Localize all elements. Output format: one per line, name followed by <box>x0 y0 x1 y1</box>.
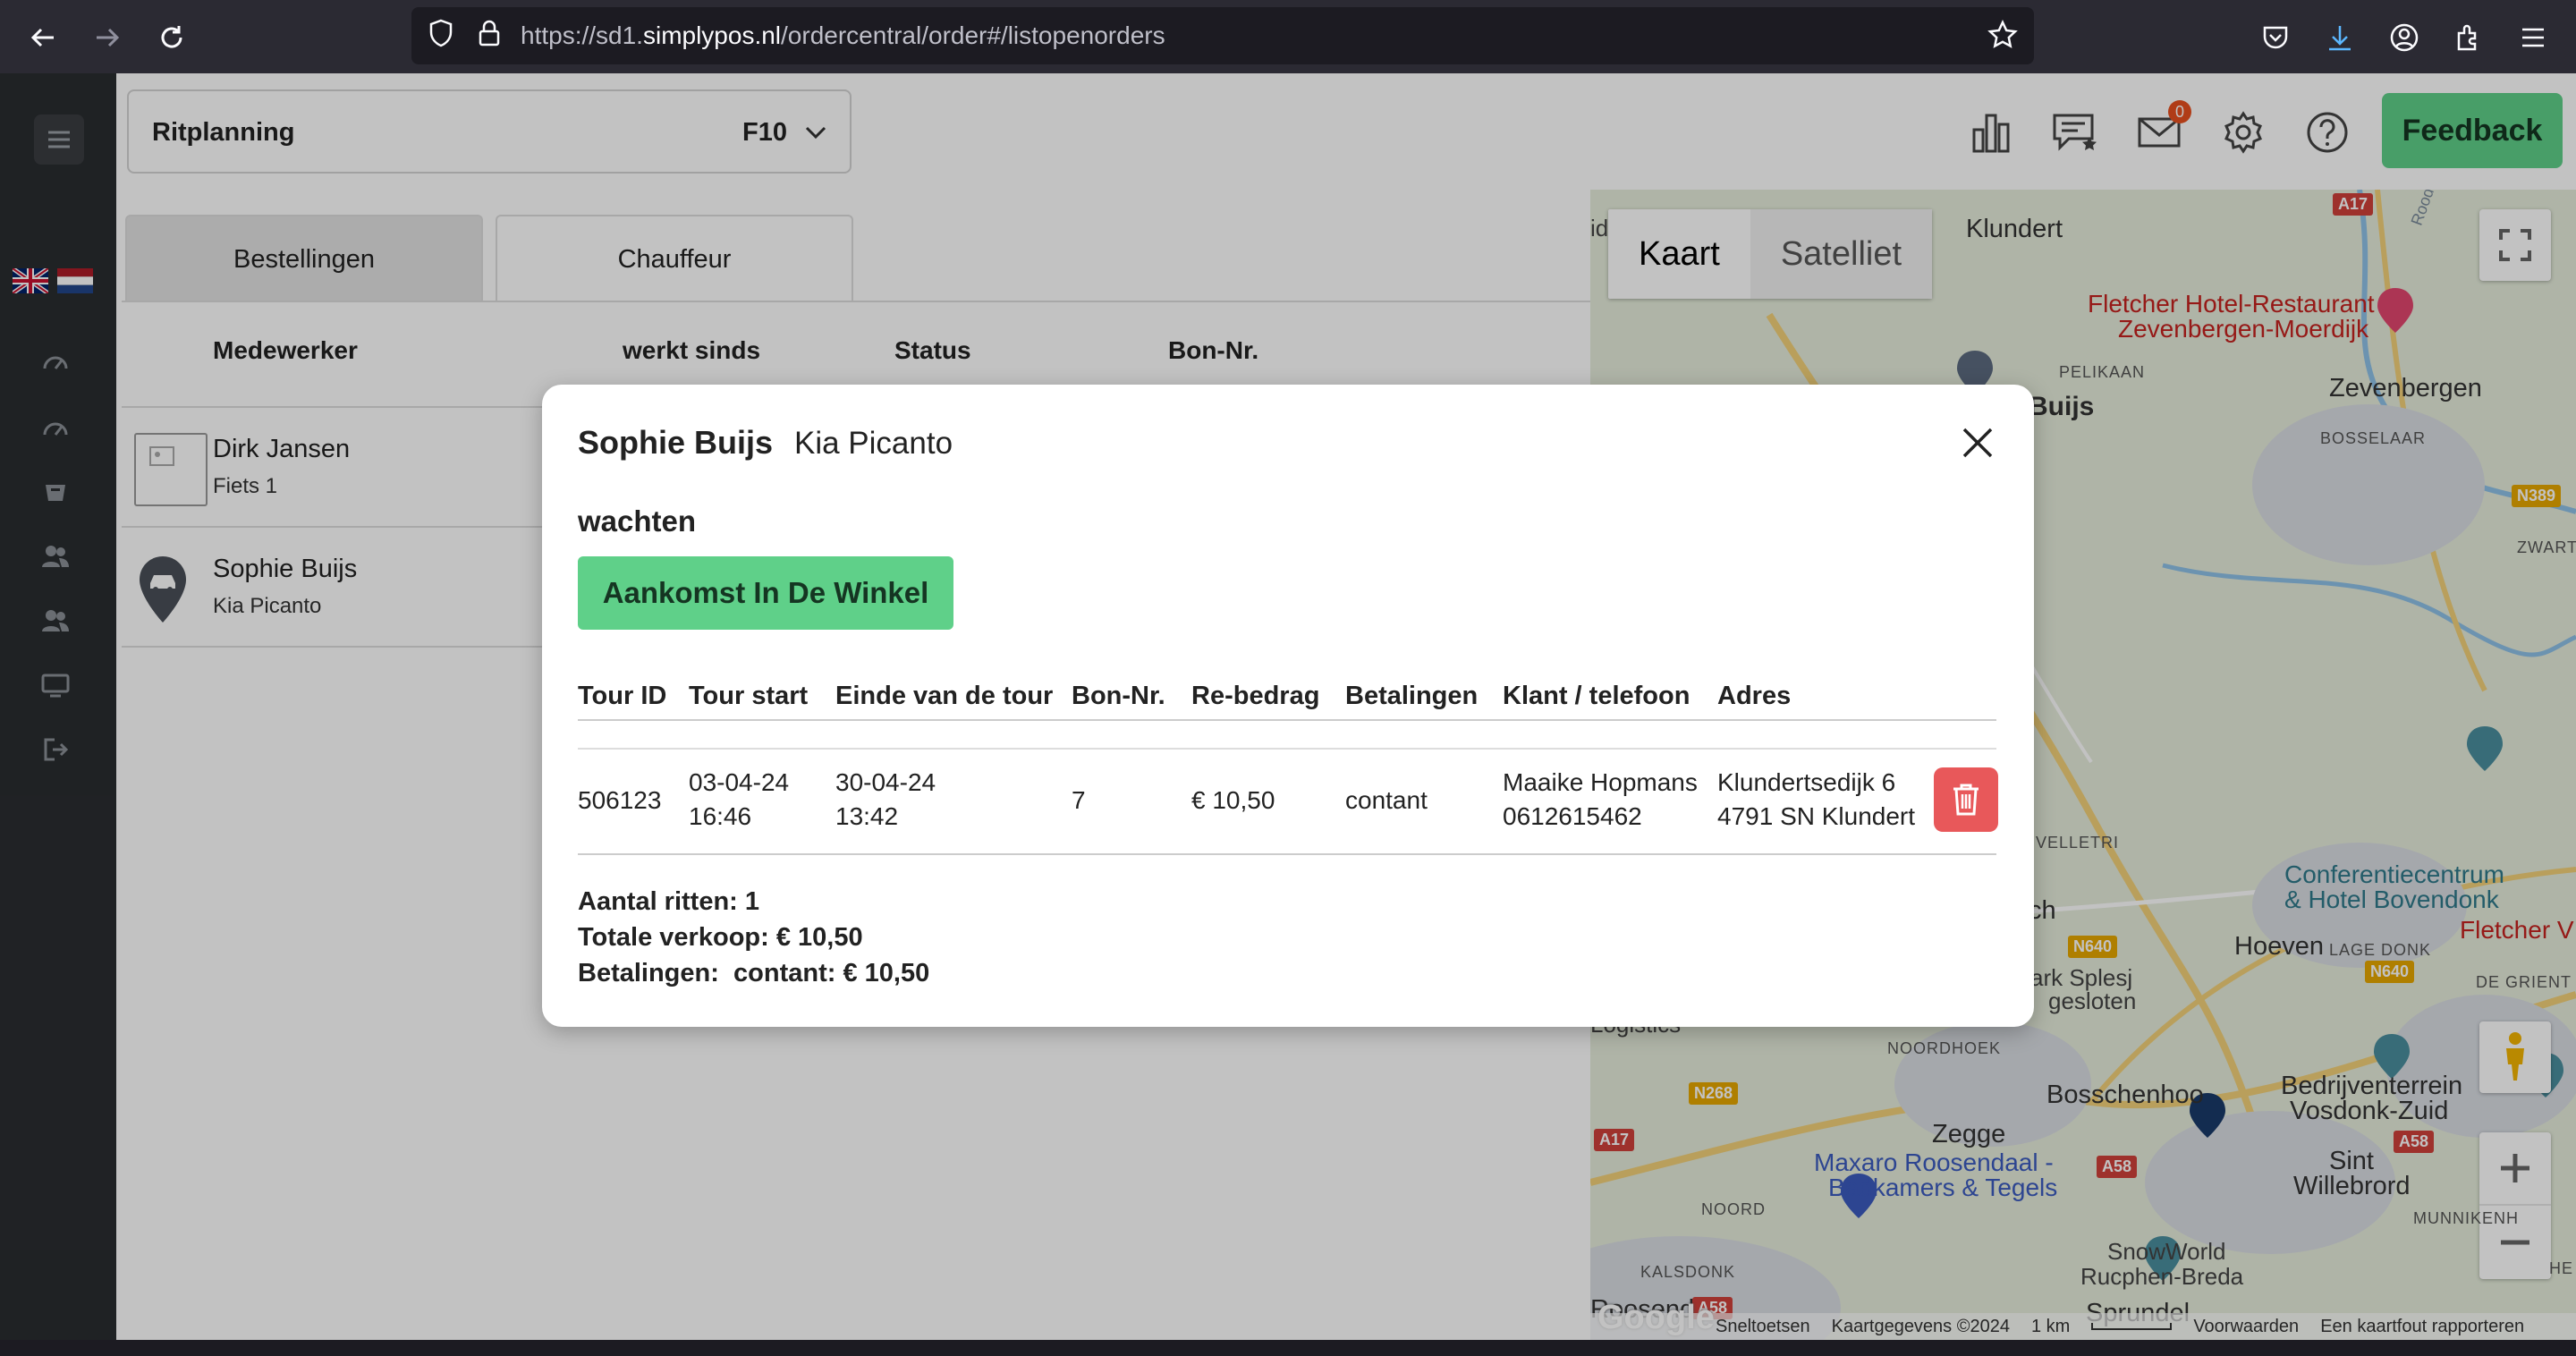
reload-icon[interactable] <box>152 18 191 57</box>
browser-toolbar: https://sd1.simplypos.nl/ordercentral/or… <box>0 0 2576 73</box>
forward-icon[interactable] <box>88 18 127 57</box>
cell-customer: Maaike Hopmans <box>1503 768 1698 796</box>
divider <box>578 748 1996 750</box>
address-bar[interactable]: https://sd1.simplypos.nl/ordercentral/or… <box>411 7 2034 64</box>
delete-button[interactable] <box>1934 767 1998 832</box>
menu-icon[interactable] <box>2513 18 2553 57</box>
summary-payments: Betalingen: contant: € 10,50 <box>578 959 930 987</box>
pocket-icon[interactable] <box>2256 18 2295 57</box>
extensions-icon[interactable] <box>2449 18 2488 57</box>
cell-payment: contant <box>1345 786 1428 814</box>
summary-total: Totale verkoop: € 10,50 <box>578 923 863 952</box>
cell-tour-id: 506123 <box>578 786 662 814</box>
cell-start-date: 03-04-24 <box>689 768 790 796</box>
cell-street: Klundertsedijk 6 <box>1717 768 1896 796</box>
tour-details-modal: Sophie Buijs Kia Picanto wachten Aankoms… <box>542 385 2034 1027</box>
back-icon[interactable] <box>23 18 63 57</box>
bookmark-star-icon[interactable] <box>1987 20 2018 56</box>
col-header-address: Adres <box>1717 682 1792 710</box>
col-header-tour-id: Tour ID <box>578 682 667 710</box>
close-icon[interactable] <box>1957 422 1998 463</box>
col-header-tour-start: Tour start <box>689 682 809 710</box>
cell-end-time: 13:42 <box>835 802 899 830</box>
download-icon[interactable] <box>2320 18 2360 57</box>
cell-amount: € 10,50 <box>1191 786 1275 814</box>
cell-city: 4791 SN Klundert <box>1717 802 1916 830</box>
col-header-payments: Betalingen <box>1345 682 1479 710</box>
lock-icon[interactable] <box>478 19 504 54</box>
col-header-tour-end: Einde van de tour <box>835 682 1054 710</box>
shield-icon[interactable] <box>428 19 458 54</box>
app-page: Ritplanning F10 0 Feedback Bestellingen … <box>0 73 2576 1340</box>
modal-status: wachten <box>578 504 697 538</box>
cell-start-time: 16:46 <box>689 802 752 830</box>
divider <box>578 853 1996 855</box>
summary-rides: Aantal ritten: 1 <box>578 887 760 916</box>
cell-phone: 0612615462 <box>1503 802 1642 830</box>
modal-vehicle-name: Kia Picanto <box>794 426 953 461</box>
modal-driver-name: Sophie Buijs <box>578 424 774 461</box>
account-icon[interactable] <box>2385 18 2424 57</box>
cell-bon-nr: 7 <box>1072 786 1086 814</box>
col-header-bon-nr: Bon-Nr. <box>1072 682 1165 710</box>
url-text: https://sd1.simplypos.nl/ordercentral/or… <box>521 21 1165 49</box>
window-bottom-edge <box>0 1340 2576 1356</box>
arrival-in-store-button[interactable]: Aankomst In De Winkel <box>578 556 953 630</box>
trash-icon <box>1953 784 1979 816</box>
cell-end-date: 30-04-24 <box>835 768 936 796</box>
divider <box>578 719 1996 721</box>
col-header-customer: Klant / telefoon <box>1503 682 1690 710</box>
col-header-amount: Re-bedrag <box>1191 682 1320 710</box>
